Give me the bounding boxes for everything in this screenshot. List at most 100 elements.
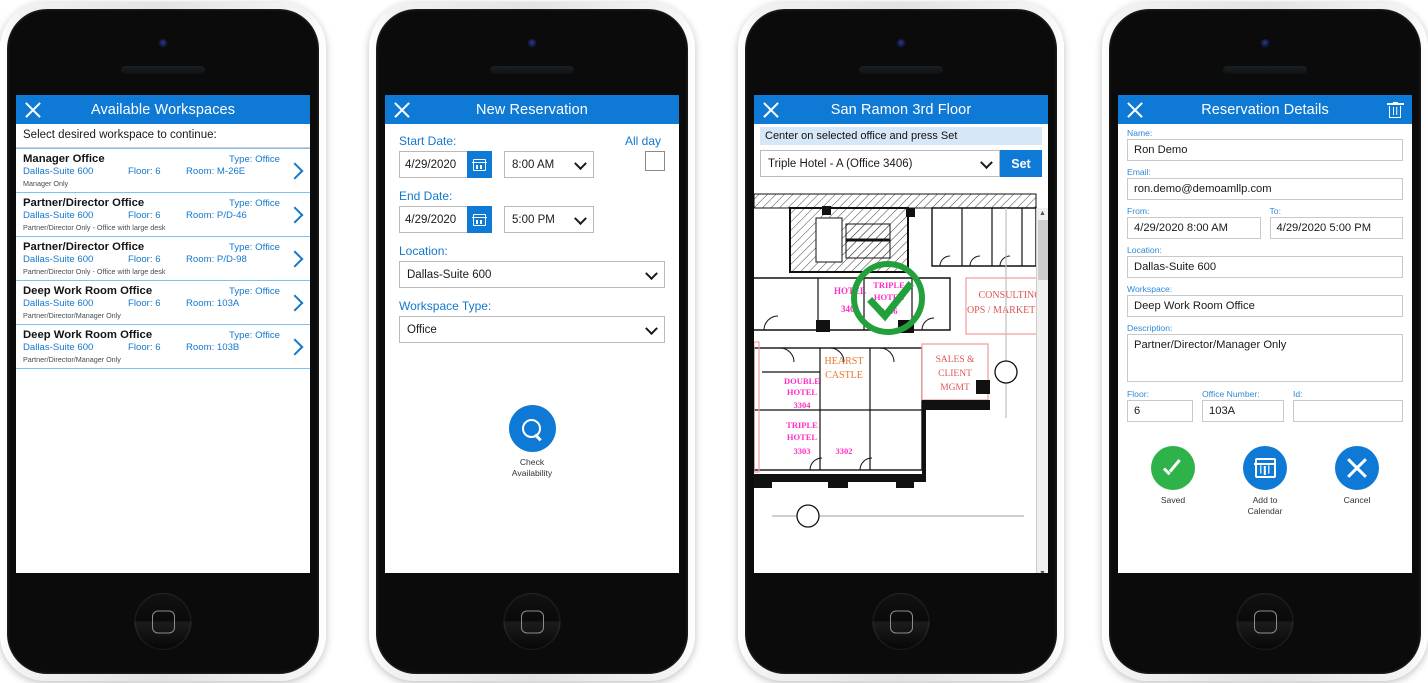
svg-text:CLIENT: CLIENT <box>938 369 972 379</box>
workspace-type: Type: Office <box>228 242 280 253</box>
workspace-field[interactable]: Deep Work Room Office <box>1127 295 1403 317</box>
workspace-floor: Floor: 6 <box>128 210 161 221</box>
camera-icon <box>1260 39 1270 48</box>
close-icon <box>1346 457 1368 479</box>
all-day-checkbox[interactable] <box>645 151 665 171</box>
chevron-right-icon <box>286 338 304 355</box>
workspace-description: Partner/Director Only - Office with larg… <box>23 223 166 232</box>
scroll-up-arrow-icon[interactable]: ▲ <box>1039 208 1046 219</box>
map-controls: Center on selected office and press Set … <box>754 124 1048 177</box>
screen-reservation-details: Reservation Details Name: Ron Demo Email… <box>1118 95 1412 573</box>
check-availability-button[interactable] <box>508 405 556 452</box>
floor-plan-canvas[interactable]: HOTEL 3405 TRIPLE HOTEL 3406 CONSULTING … <box>754 182 1048 573</box>
chevron-down-icon <box>574 156 587 170</box>
svg-text:3302: 3302 <box>836 446 853 456</box>
map-instruction-text: Center on selected office and press Set <box>760 127 1042 145</box>
description-field[interactable]: Partner/Director/Manager Only <box>1127 334 1403 382</box>
svg-text:SALES &: SALES & <box>936 355 975 365</box>
screen-available-workspaces: Available Workspaces Select desired work… <box>16 95 310 573</box>
workspace-name: Partner/Director Office <box>23 197 145 209</box>
location-field[interactable]: Dallas-Suite 600 <box>1127 256 1403 278</box>
list-item[interactable]: Partner/Director Office Type: Office Dal… <box>16 193 310 237</box>
workspace-type: Type: Office <box>228 330 280 341</box>
earpiece-speaker <box>121 66 205 74</box>
workspace-description: Partner/Director/Manager Only <box>23 355 121 364</box>
list-item[interactable]: Deep Work Room Office Type: Office Dalla… <box>16 281 310 325</box>
office-number-field[interactable]: 103A <box>1202 400 1284 422</box>
id-label: Id: <box>1293 389 1303 399</box>
list-item[interactable]: Deep Work Room Office Type: Office Dalla… <box>16 325 310 369</box>
end-date-picker-button[interactable] <box>467 206 492 233</box>
instruction-text: Select desired workspace to continue: <box>16 124 310 148</box>
phone-body: Reservation Details Name: Ron Demo Email… <box>1109 9 1421 674</box>
screen-new-reservation: New Reservation Start Date: All day 4/29… <box>385 95 679 573</box>
location-select[interactable]: Dallas-Suite 600 <box>399 261 665 288</box>
workspace-location: Dallas-Suite 600 <box>23 210 94 221</box>
chevron-right-icon <box>286 294 304 311</box>
workspace-name: Manager Office <box>23 153 105 165</box>
from-field[interactable]: 4/29/2020 8:00 AM <box>1127 217 1261 239</box>
workspace-type: Type: Office <box>228 198 280 209</box>
phone-body: New Reservation Start Date: All day 4/29… <box>376 9 688 674</box>
scroll-down-arrow-icon[interactable]: ▼ <box>1039 568 1046 573</box>
to-field[interactable]: 4/29/2020 5:00 PM <box>1269 217 1403 239</box>
check-icon <box>1162 457 1184 479</box>
end-time-value: 5:00 PM <box>512 213 555 226</box>
close-button[interactable] <box>1118 101 1152 119</box>
end-date-label: End Date: <box>399 189 453 203</box>
close-button[interactable] <box>16 101 50 119</box>
action-buttons: Saved Add to Calendar Cancel <box>1127 446 1403 516</box>
list-item[interactable]: Partner/Director Office Type: Office Dal… <box>16 237 310 281</box>
email-field[interactable]: ron.demo@demoamllp.com <box>1127 178 1403 200</box>
location-value: Dallas-Suite 600 <box>407 268 492 281</box>
saved-button[interactable] <box>1151 446 1195 490</box>
close-icon <box>1126 101 1144 119</box>
saved-action: Saved <box>1135 446 1211 516</box>
workspace-name: Deep Work Room Office <box>23 285 153 297</box>
svg-text:TRIPLE: TRIPLE <box>873 280 905 290</box>
home-button[interactable] <box>503 593 561 650</box>
end-date-field[interactable]: 4/29/2020 <box>399 206 492 233</box>
name-field[interactable]: Ron Demo <box>1127 139 1403 161</box>
svg-text:CASTLE: CASTLE <box>825 370 863 381</box>
cancel-button[interactable] <box>1335 446 1379 490</box>
home-button[interactable] <box>1236 593 1294 650</box>
chevron-right-icon <box>286 162 304 179</box>
end-date-input[interactable]: 4/29/2020 <box>399 206 467 233</box>
map-scrollbar[interactable]: ▲ ▼ <box>1036 208 1048 573</box>
scrollbar-thumb[interactable] <box>1037 220 1048 280</box>
add-to-calendar-button[interactable] <box>1243 446 1287 490</box>
set-button[interactable]: Set <box>1000 150 1042 177</box>
office-select[interactable]: Triple Hotel - A (Office 3406) <box>760 150 1000 177</box>
home-button[interactable] <box>134 593 192 650</box>
close-button[interactable] <box>754 101 788 119</box>
start-date-picker-button[interactable] <box>467 151 492 178</box>
svg-text:DOUBLE: DOUBLE <box>784 376 820 386</box>
workspace-type-select[interactable]: Office <box>399 316 665 343</box>
phone-body: San Ramon 3rd Floor Center on selected o… <box>745 9 1057 674</box>
reservation-form: Start Date: All day 4/29/2020 8:00 AM En… <box>385 124 679 478</box>
delete-button[interactable] <box>1378 101 1412 118</box>
location-label: Location: <box>1127 245 1162 255</box>
workspace-description: Partner/Director/Manager Only <box>23 311 121 320</box>
end-time-select[interactable]: 5:00 PM <box>504 206 594 233</box>
calendar-icon <box>472 158 487 171</box>
start-time-select[interactable]: 8:00 AM <box>504 151 594 178</box>
floor-label: Floor: <box>1127 389 1149 399</box>
workspace-floor: Floor: 6 <box>128 298 161 309</box>
add-to-calendar-label-line1: Add to <box>1252 495 1278 505</box>
screenshot-stage: Available Workspaces Select desired work… <box>0 0 1428 683</box>
start-date-field[interactable]: 4/29/2020 <box>399 151 492 178</box>
start-date-input[interactable]: 4/29/2020 <box>399 151 467 178</box>
earpiece-speaker <box>859 66 943 74</box>
close-button[interactable] <box>385 101 419 119</box>
close-icon <box>762 101 780 119</box>
svg-text:MGMT: MGMT <box>940 383 970 393</box>
floor-plan-svg[interactable]: HOTEL 3405 TRIPLE HOTEL 3406 CONSULTING … <box>754 182 1048 573</box>
phone-device-1: Available Workspaces Select desired work… <box>0 2 326 681</box>
floor-field[interactable]: 6 <box>1127 400 1193 422</box>
home-button[interactable] <box>872 593 930 650</box>
workspace-location: Dallas-Suite 600 <box>23 254 94 265</box>
list-item[interactable]: Manager Office Type: Office Dallas-Suite… <box>16 149 310 193</box>
id-field[interactable] <box>1293 400 1403 422</box>
